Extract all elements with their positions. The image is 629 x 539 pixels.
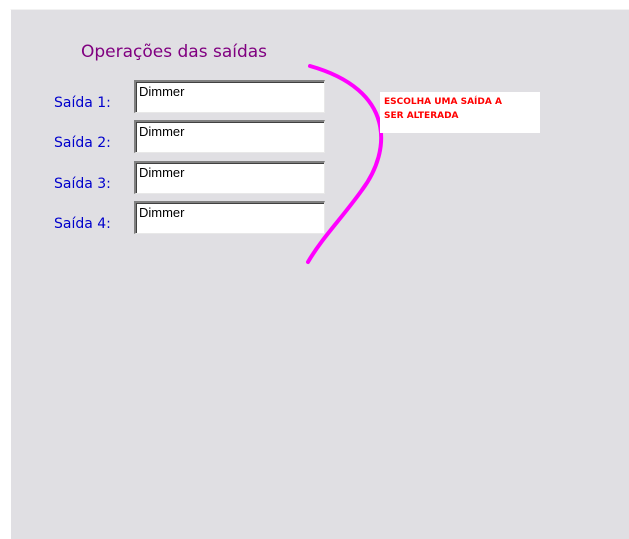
- group-title: Operações das saídas: [81, 42, 268, 62]
- annotation-line-2: SER ALTERADA: [384, 111, 459, 121]
- output-1-field[interactable]: Dimmer: [134, 80, 325, 113]
- output-1-label: Saída 1:: [54, 95, 111, 111]
- output-2-field[interactable]: Dimmer: [134, 120, 325, 153]
- output-3-field[interactable]: Dimmer: [134, 161, 325, 194]
- output-4-label: Saída 4:: [54, 216, 111, 232]
- annotation-note: ESCOLHA UMA SAÍDA A SER ALTERADA: [380, 92, 540, 133]
- output-3-label: Saída 3:: [54, 176, 111, 192]
- output-2-label: Saída 2:: [54, 135, 111, 151]
- output-4-field[interactable]: Dimmer: [134, 201, 325, 234]
- annotation-line-1: ESCOLHA UMA SAÍDA A: [384, 97, 502, 107]
